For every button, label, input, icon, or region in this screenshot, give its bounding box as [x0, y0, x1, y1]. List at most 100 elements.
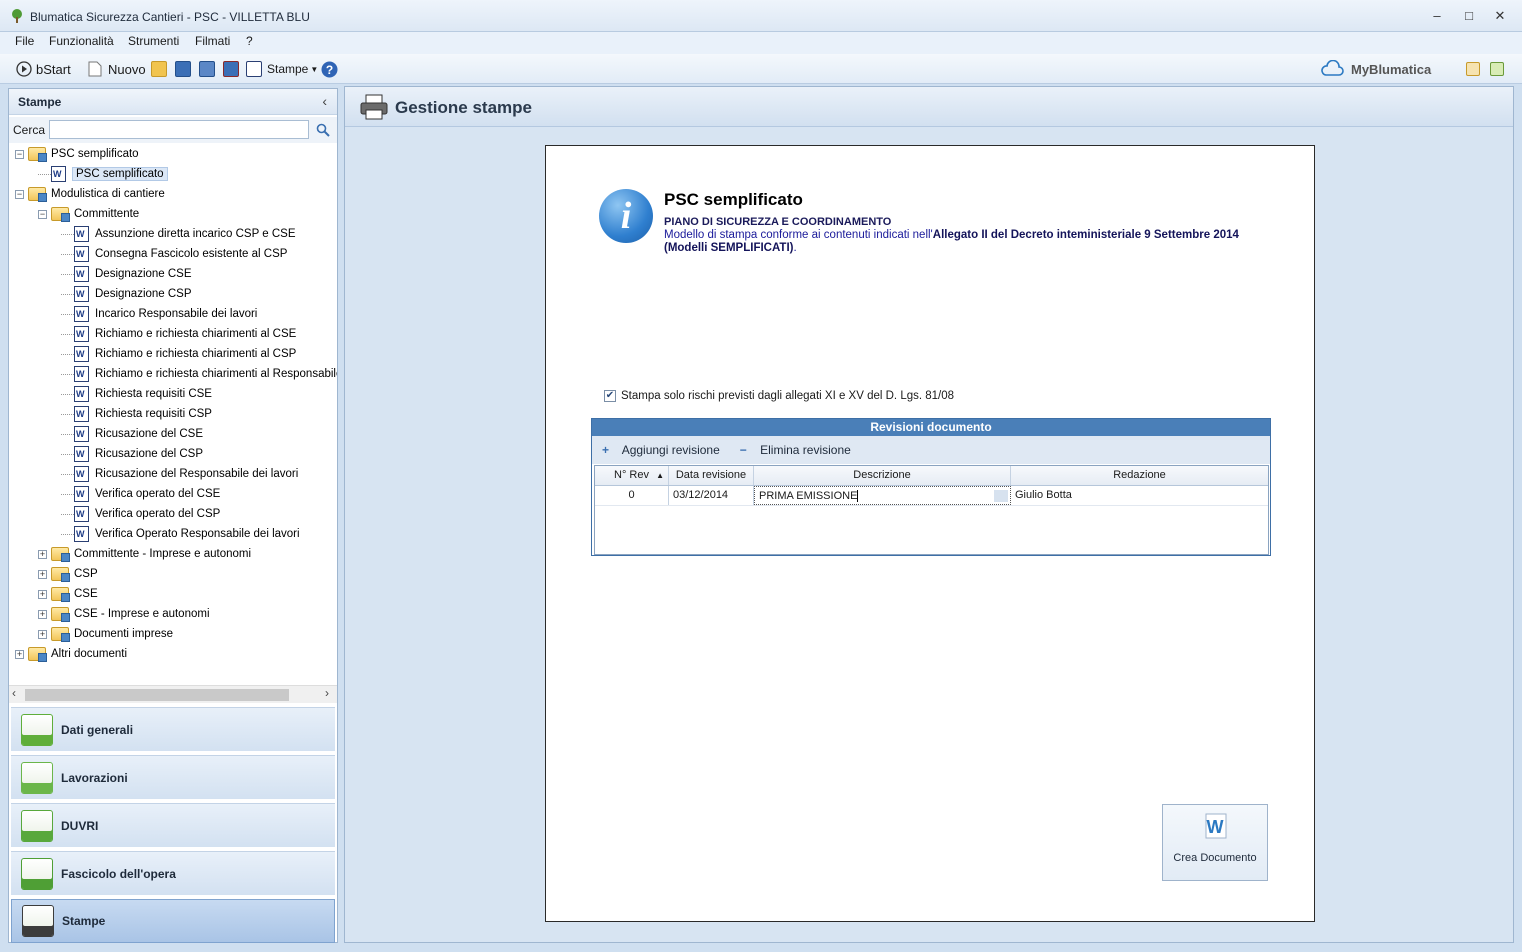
expand-icon[interactable]: + [38, 549, 47, 559]
tree-document[interactable]: W Ricusazione del Responsabile dei lavori [61, 465, 298, 483]
nav-button-dati-generali[interactable]: Dati generali [11, 707, 335, 751]
col-rev[interactable]: N° Rev ▲ [595, 466, 669, 485]
main-area: Gestione stampe i PSC semplificato PIANO… [344, 86, 1514, 943]
create-document-button[interactable]: W Crea Documento [1162, 804, 1268, 881]
stampe-dropdown[interactable]: Stampe ▼ [246, 60, 318, 78]
col-date[interactable]: Data revisione [669, 466, 754, 485]
scrollbar-thumb[interactable] [25, 689, 289, 701]
col-author[interactable]: Redazione [1011, 466, 1268, 485]
maximize-button[interactable]: □ [1457, 7, 1481, 25]
word-document-icon: W [74, 406, 89, 422]
col-description[interactable]: Descrizione [754, 466, 1011, 485]
tree-item-label: Verifica operato del CSP [95, 508, 221, 520]
save-all-icon[interactable] [199, 60, 215, 78]
menu-filmati[interactable]: Filmati [195, 34, 230, 48]
expand-icon[interactable]: + [38, 609, 47, 619]
help-icon[interactable]: ? [321, 60, 338, 78]
expand-icon[interactable]: + [38, 629, 47, 639]
tree-horizontal-scrollbar[interactable]: ‹ › [9, 685, 337, 703]
word-document-icon: W [74, 286, 89, 302]
tree-document[interactable]: W Designazione CSE [61, 265, 192, 283]
remove-revision-button[interactable]: − Elimina revisione [740, 443, 861, 457]
bstart-button[interactable]: bStart [16, 60, 71, 78]
tree-document[interactable]: W Richiamo e richiesta chiarimenti al Res… [61, 365, 337, 383]
tree-document[interactable]: W Ricusazione del CSE [61, 425, 203, 443]
printer-icon [360, 94, 388, 120]
nav-button-fascicolo-dell-opera[interactable]: Fascicolo dell'opera [11, 851, 335, 895]
collapse-tree-icon[interactable]: − [15, 189, 24, 199]
menu-file[interactable]: File [15, 34, 34, 48]
close-button[interactable]: ✕ [1488, 7, 1512, 25]
add-revision-button[interactable]: + Aggiungi revisione [602, 443, 730, 457]
menu-help[interactable]: ? [246, 34, 253, 48]
stampe-label: Stampe [267, 62, 309, 76]
tree-document[interactable]: W Verifica operato del CSP [61, 505, 220, 523]
print-risks-checkbox[interactable]: ✔ Stampa solo rischi previsti dagli alle… [604, 390, 954, 402]
tree-document[interactable]: W Consegna Fascicolo esistente al CSP [61, 245, 287, 263]
tree-folder[interactable]: + CSE - Imprese e autonomi [38, 605, 210, 623]
nav-label: Stampe [62, 914, 106, 928]
menu-funzionalita[interactable]: Funzionalità [49, 34, 114, 48]
menu-strumenti[interactable]: Strumenti [128, 34, 179, 48]
tree-folder[interactable]: + Altri documenti [15, 645, 127, 663]
cell-description[interactable]: PRIMA EMISSIONE [754, 486, 1011, 505]
cell-author[interactable]: Giulio Botta [1011, 486, 1268, 505]
tree-folder[interactable]: − Committente [38, 205, 139, 223]
tree-document[interactable]: W Designazione CSP [61, 285, 192, 303]
notes-icon[interactable] [1490, 60, 1504, 78]
main-header: Gestione stampe [345, 87, 1513, 127]
open-folder-icon[interactable] [151, 60, 167, 78]
cloud-icon [1321, 60, 1344, 76]
collapse-icon[interactable]: ‹ [322, 93, 327, 109]
tree-document[interactable]: W Richiamo e richiesta chiarimenti al CSP [61, 345, 296, 363]
save-as-icon[interactable] [223, 60, 239, 78]
tree-folder[interactable]: + CSP [38, 565, 98, 583]
user-icon[interactable] [1466, 60, 1480, 78]
myblumatica-link[interactable]: MyBlumatica [1320, 60, 1431, 78]
word-document-icon: W [74, 326, 89, 342]
cell-date[interactable]: 03/12/2014 [669, 486, 754, 505]
tree-item-label: Verifica operato del CSE [95, 488, 221, 500]
nav-button-stampe[interactable]: Stampe [11, 899, 335, 943]
folder-icon [28, 147, 47, 162]
tree-folder[interactable]: + Committente - Imprese e autonomi [38, 545, 251, 563]
save-icon[interactable] [175, 60, 191, 78]
scroll-right-arrow[interactable]: › [325, 686, 329, 700]
tree-document[interactable]: W Verifica Operato Responsabile dei lavor… [61, 525, 300, 543]
expand-icon[interactable]: + [38, 589, 47, 599]
tree-document[interactable]: W Richiesta requisiti CSP [61, 405, 212, 423]
tree-document[interactable]: W Ricusazione del CSP [61, 445, 203, 463]
word-document-icon: W [74, 506, 89, 522]
search-input[interactable] [49, 120, 309, 139]
nav-button-duvri[interactable]: DUVRI [11, 803, 335, 847]
folder-icon [51, 587, 70, 602]
cell-rev[interactable]: 0 [595, 486, 669, 505]
tree-folder[interactable]: − PSC semplificato [15, 145, 139, 163]
tree-document[interactable]: W Richiamo e richiesta chiarimenti al CSE [61, 325, 296, 343]
nav-button-lavorazioni[interactable]: Lavorazioni [11, 755, 335, 799]
table-row[interactable]: 0 03/12/2014 PRIMA EMISSIONE Giulio Bott… [595, 486, 1268, 506]
tree-folder[interactable]: + Documenti imprese [38, 625, 173, 643]
bstart-label: bStart [36, 61, 71, 77]
page-title: Gestione stampe [395, 98, 532, 117]
new-button[interactable]: Nuovo [88, 60, 146, 78]
tree-folder[interactable]: + CSE [38, 585, 98, 603]
expand-icon[interactable]: + [38, 569, 47, 579]
tree-document[interactable]: W Verifica operato del CSE [61, 485, 220, 503]
checkbox-box[interactable]: ✔ [604, 390, 616, 402]
expand-icon[interactable]: + [15, 649, 24, 659]
collapse-tree-icon[interactable]: − [38, 209, 47, 219]
minimize-button[interactable]: ‒ [1425, 7, 1449, 25]
tree-item-label: Designazione CSP [95, 288, 192, 300]
tree-document[interactable]: W Incarico Responsabile dei lavori [61, 305, 257, 323]
tree-item-label: Richiesta requisiti CSE [95, 388, 212, 400]
tree-document[interactable]: W PSC semplificato [38, 165, 168, 183]
scroll-left-arrow[interactable]: ‹ [12, 686, 16, 700]
tree-folder[interactable]: − Modulistica di cantiere [15, 185, 165, 203]
tree-document[interactable]: W Assunzione diretta incarico CSP e CSE [61, 225, 296, 243]
word-document-icon: W [74, 366, 89, 382]
search-icon[interactable] [316, 123, 330, 137]
folder-icon [51, 207, 70, 222]
tree-document[interactable]: W Richiesta requisiti CSE [61, 385, 212, 403]
collapse-tree-icon[interactable]: − [15, 149, 24, 159]
